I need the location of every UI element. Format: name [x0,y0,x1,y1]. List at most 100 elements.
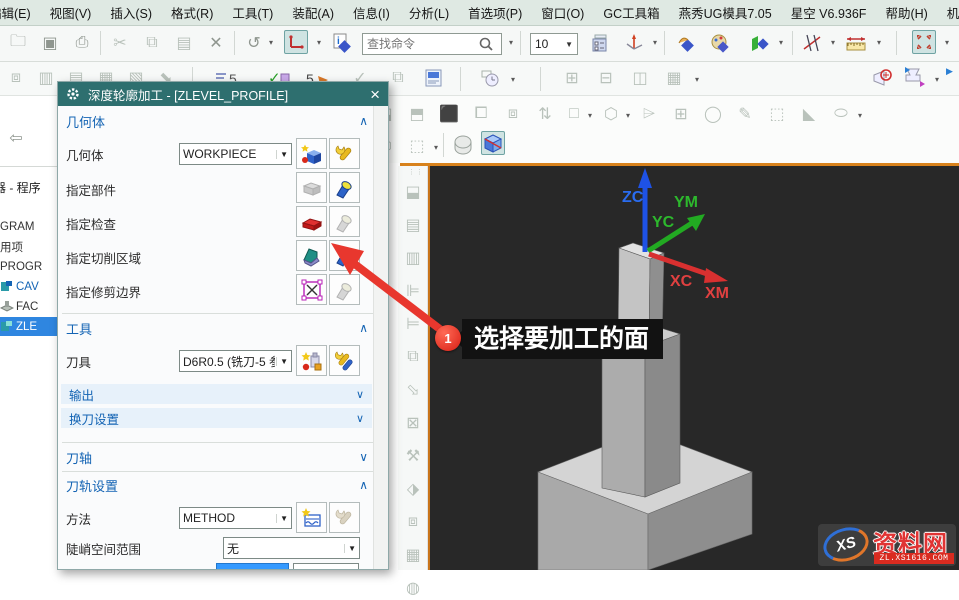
edit-method-button[interactable] [329,502,360,533]
menu-xingkong[interactable]: 星空 V6.936F [791,3,867,22]
menu-jiming-software[interactable]: 机明软件 [947,3,959,22]
menu-help[interactable]: 帮助(H) [885,3,927,22]
tool-section-header[interactable]: 工具 ∧ [66,318,368,338]
sweep-icon[interactable] [533,102,557,126]
menu-preferences[interactable]: 首选项(P) [468,3,522,22]
side-icon-13[interactable] [401,576,425,600]
cut-icon[interactable] [108,31,132,55]
open-icon[interactable] [6,31,30,55]
geometry-combo-arrow[interactable]: ▼ [276,149,288,159]
chevron-up-icon[interactable]: ∧ [359,478,368,492]
tool-trim-icon[interactable] [904,66,928,90]
block-icon[interactable] [437,102,461,126]
side-icon-12[interactable] [401,543,425,567]
chevron-up-icon[interactable]: ∧ [359,321,368,335]
method-combo-arrow[interactable]: ▼ [276,513,288,523]
dialog-title-bar[interactable]: 深度轮廓加工 - [ZLEVEL_PROFILE] × [58,82,388,106]
rectangle-dropdown-icon[interactable]: ▾ [585,111,595,120]
path-settings-section-header[interactable]: 刀轨设置 ∧ [66,475,368,495]
rectangle-icon[interactable] [562,102,586,126]
new-tool-button[interactable] [296,345,327,376]
pattern-feature-icon[interactable] [501,102,525,126]
wcs-icon[interactable] [622,31,646,55]
tree-item-face-milling[interactable]: FAC [0,297,57,316]
specify-check-button[interactable] [296,206,327,237]
select-part-button[interactable] [329,172,360,203]
measure-dropdown-icon[interactable]: ▾ [828,38,838,47]
specify-cut-area-button[interactable] [296,240,327,271]
workshop-doc-dropdown-icon[interactable]: ▾ [508,75,518,84]
extrude-icon[interactable] [405,102,429,126]
specify-part-button[interactable] [296,172,327,203]
create-tool-icon[interactable] [34,66,58,90]
side-icon-11[interactable] [401,510,425,534]
merge-distance-input[interactable] [216,563,289,569]
undo-icon[interactable] [242,31,266,55]
new-method-button[interactable] [296,502,327,533]
layer-settings-icon[interactable] [588,31,612,55]
graphics-viewport[interactable]: ZC YM YC XC XM [428,166,959,570]
save-icon[interactable] [38,31,62,55]
list-toolpath-icon[interactable] [386,66,410,90]
side-icon-6[interactable] [401,345,425,369]
edit-display-icon[interactable] [708,31,732,55]
side-icon-5[interactable] [401,312,425,336]
select-cut-area-button[interactable] [329,240,360,271]
menu-yanxiu-mould[interactable]: 燕秀UG模具7.05 [679,3,772,22]
workshop-doc-icon[interactable] [478,66,502,90]
geometry-combo[interactable]: WORKPIECE ▼ [179,143,292,165]
edit-tool-button[interactable] [329,345,360,376]
program-group-view-icon[interactable] [560,66,584,90]
copy-icon[interactable] [140,31,164,55]
tree-item-cavity-mill[interactable]: CAV [0,277,57,296]
orient-view-icon[interactable] [284,30,308,54]
steep-range-combo-arrow[interactable]: ▼ [344,543,356,553]
method-combo[interactable]: METHOD ▼ [179,507,292,529]
fit-view-dropdown-icon[interactable]: ▾ [942,38,952,47]
orient-view-dropdown-icon[interactable]: ▾ [314,38,324,47]
wcs-dropdown-icon[interactable]: ▾ [650,38,660,47]
geometry-section-header[interactable]: 几何体 ∧ [66,111,368,131]
edit-geometry-button[interactable] [329,138,360,169]
menu-window[interactable]: 窗口(O) [541,3,584,22]
tree-item-nc-program[interactable]: GRAM [0,217,57,236]
side-icon-10[interactable] [401,477,425,501]
ellipse-icon[interactable] [829,102,853,126]
distance-dropdown-icon[interactable]: ▾ [874,38,884,47]
csys-icon[interactable] [637,102,661,126]
tool-trim-dropdown-icon[interactable]: ▾ [932,75,942,84]
chevron-down-icon[interactable]: ∨ [356,388,364,401]
select-trim-boundary-button[interactable] [329,274,360,305]
section-dropdown-icon[interactable]: ▾ [431,143,441,152]
check-tool-gouge-icon[interactable] [872,66,896,90]
search-icon[interactable] [474,32,498,56]
polygon-icon[interactable] [599,102,623,126]
new-geometry-button[interactable] [296,138,327,169]
mirror-feature-icon[interactable] [469,102,493,126]
geometry-view-icon[interactable] [628,66,652,90]
move-dropdown-icon[interactable]: ▾ [776,38,786,47]
chevron-down-icon[interactable]: ∨ [359,450,368,464]
distance-icon[interactable] [844,31,868,55]
simulate-machine-icon[interactable] [422,66,446,90]
tree-item-unused[interactable]: 用项 [0,237,57,256]
find-dropdown-icon[interactable]: ▾ [506,38,516,47]
clip-section-view-icon[interactable] [481,131,505,155]
method-view-icon[interactable] [662,66,686,90]
side-icon-1[interactable] [401,180,425,204]
toolbar-drag-handle[interactable]: ⋮⋮ [408,168,424,176]
close-icon[interactable]: × [370,86,380,103]
menu-information[interactable]: 信息(I) [353,3,390,22]
menu-edit[interactable]: 编辑(E) [0,3,31,22]
menu-format[interactable]: 格式(R) [171,3,213,22]
dialog-scrollbar[interactable] [373,106,388,569]
move-object-icon[interactable] [748,31,772,55]
measure-icon[interactable] [800,31,824,55]
menu-insert[interactable]: 插入(S) [110,3,152,22]
side-icon-3[interactable] [401,246,425,270]
side-icon-4[interactable] [401,279,425,303]
chevron-up-icon[interactable]: ∧ [359,114,368,128]
menu-analysis[interactable]: 分析(L) [409,3,449,22]
text-icon[interactable] [733,102,757,126]
cone-icon[interactable] [797,102,821,126]
